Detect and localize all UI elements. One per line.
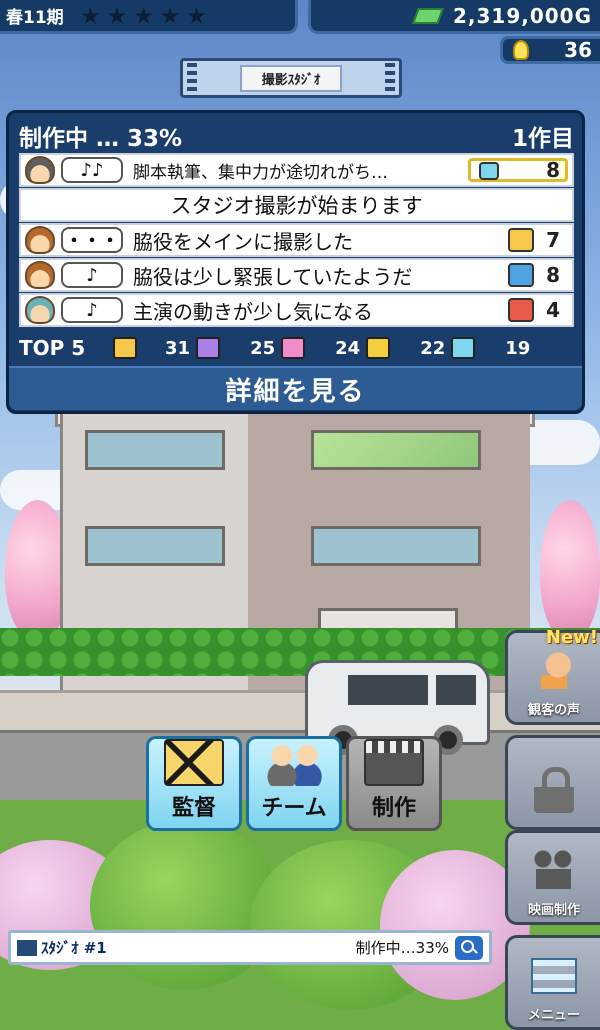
genre-icon: [366, 337, 391, 359]
locked-button[interactable]: [505, 735, 600, 830]
studio-state: 制作中…33%: [355, 939, 449, 957]
production-log: ♪♪ 脚本執筆、集中力が途切れがち… 8 スタジオ撮影が始まります ・・・ 脇役…: [19, 153, 574, 328]
staff-face-icon: [25, 226, 55, 254]
movie-camera-icon: [532, 849, 576, 889]
work-count: 1作目: [511, 126, 574, 152]
top5-item: 24: [281, 337, 366, 359]
rank-stars: ★ ★ ★ ★ ★: [72, 4, 208, 28]
star-icon: ★: [79, 1, 102, 30]
detail-button[interactable]: 詳細を見る: [9, 366, 582, 410]
idea-points-value: 36: [564, 38, 592, 62]
produce-button[interactable]: 制作: [346, 736, 442, 831]
menu-label: メニュー: [527, 1008, 580, 1023]
clapperboard-icon: [364, 739, 424, 786]
log-text: 脇役は少し緊張していたようだ: [133, 264, 413, 289]
money-bar: 2,319,000G: [308, 0, 600, 34]
star-icon: ★: [106, 1, 128, 30]
log-row: スタジオ撮影が始まります: [19, 188, 574, 222]
star-icon: ★: [159, 1, 181, 30]
search-icon[interactable]: [455, 935, 483, 960]
van: [305, 660, 490, 755]
staff-face-icon: [25, 296, 55, 324]
lightbulb-icon: [513, 40, 529, 60]
panel-header: 制作中 … 33% 1作目: [19, 119, 574, 152]
genre-icon: [508, 298, 534, 322]
lock-icon: [534, 767, 574, 813]
menu-button[interactable]: メニュー: [505, 935, 600, 1030]
audience-voice-label: 観客の声: [527, 703, 580, 718]
new-badge: New!: [545, 627, 598, 648]
studio-icon: [17, 939, 37, 956]
studio-name: ｽﾀｼﾞｵ #1: [41, 939, 107, 957]
mood-bubble: ・・・: [61, 227, 123, 253]
log-score: 8: [546, 263, 560, 287]
cherry-tree: [540, 500, 600, 640]
top5-item: 25: [196, 337, 281, 359]
money-icon: [412, 7, 444, 24]
location-label: 撮影ｽﾀｼﾞｵ: [239, 64, 343, 92]
production-panel: 制作中 … 33% 1作目 ♪♪ 脚本執筆、集中力が途切れがち… 8 スタジオ撮…: [6, 110, 585, 414]
top5-value: 19: [505, 337, 531, 359]
produce-label: 制作: [371, 796, 416, 821]
log-text: スタジオ撮影が始まります: [170, 194, 423, 218]
top5-item: 22: [366, 337, 451, 359]
game-scene: 春11期 ★ ★ ★ ★ ★ 2,319,000G 36 撮影ｽﾀｼﾞｵ 制作中…: [0, 0, 600, 1030]
log-row: ・・・ 脇役をメインに撮影した 7: [19, 223, 574, 257]
genre-icon: [508, 263, 534, 287]
top5-value: 22: [420, 337, 446, 359]
top5-genres: TOP 5 31 25 24 22 19: [19, 333, 579, 363]
genre-icon: [508, 228, 534, 252]
genre-icon: [281, 337, 306, 359]
log-score: 7: [546, 228, 560, 252]
movie-production-button[interactable]: 映画制作: [505, 830, 600, 925]
staff-face-icon: [25, 261, 55, 289]
director-chair-icon: [164, 739, 224, 786]
team-label: チーム: [261, 796, 327, 821]
studio-status-bar[interactable]: ｽﾀｼﾞｵ #1 制作中…33%: [8, 930, 492, 965]
log-row: ♪ 主演の動きが少し気になる 4: [19, 293, 574, 327]
star-icon: ★: [132, 1, 155, 30]
top5-value: 25: [250, 337, 276, 359]
genre-icon: [113, 337, 137, 359]
log-score: 4: [546, 298, 560, 322]
log-score: 8: [546, 158, 560, 182]
top5-value: 24: [335, 337, 361, 359]
production-status: 制作中 … 33%: [19, 126, 183, 152]
director-button[interactable]: 監督: [146, 736, 242, 831]
genre-icon: [196, 337, 221, 359]
star-icon: ★: [185, 1, 208, 30]
season-label: 春11期: [6, 8, 64, 28]
season-bar: 春11期 ★ ★ ★ ★ ★: [0, 0, 298, 34]
top5-item: 31: [113, 337, 196, 359]
audience-voice-button[interactable]: New! 観客の声: [505, 627, 600, 725]
mood-bubble: ♪: [61, 297, 123, 323]
audience-icon: [532, 649, 576, 689]
mood-bubble: ♪: [61, 262, 123, 288]
location-sign: 撮影ｽﾀｼﾞｵ: [180, 58, 402, 98]
log-row: ♪♪ 脚本執筆、集中力が途切れがち… 8: [19, 153, 574, 187]
menu-icon: [531, 958, 577, 994]
top5-label: TOP 5: [19, 336, 86, 360]
team-icon: [264, 739, 324, 786]
staff-face-icon: [25, 156, 55, 184]
log-text: 主演の動きが少し気になる: [133, 299, 373, 324]
top5-value: 31: [165, 337, 191, 359]
log-text: 脇役をメインに撮影した: [133, 229, 353, 254]
team-button[interactable]: チーム: [246, 736, 342, 831]
director-label: 監督: [171, 796, 216, 821]
idea-points: 36: [500, 36, 600, 64]
genre-icon: [451, 337, 476, 359]
movie-production-label: 映画制作: [527, 903, 580, 918]
log-row: ♪ 脇役は少し緊張していたようだ 8: [19, 258, 574, 292]
money-value: 2,319,000G: [452, 3, 592, 28]
genre-icon: [479, 162, 499, 180]
top5-item: 19: [451, 337, 536, 359]
mood-bubble: ♪♪: [61, 157, 123, 183]
